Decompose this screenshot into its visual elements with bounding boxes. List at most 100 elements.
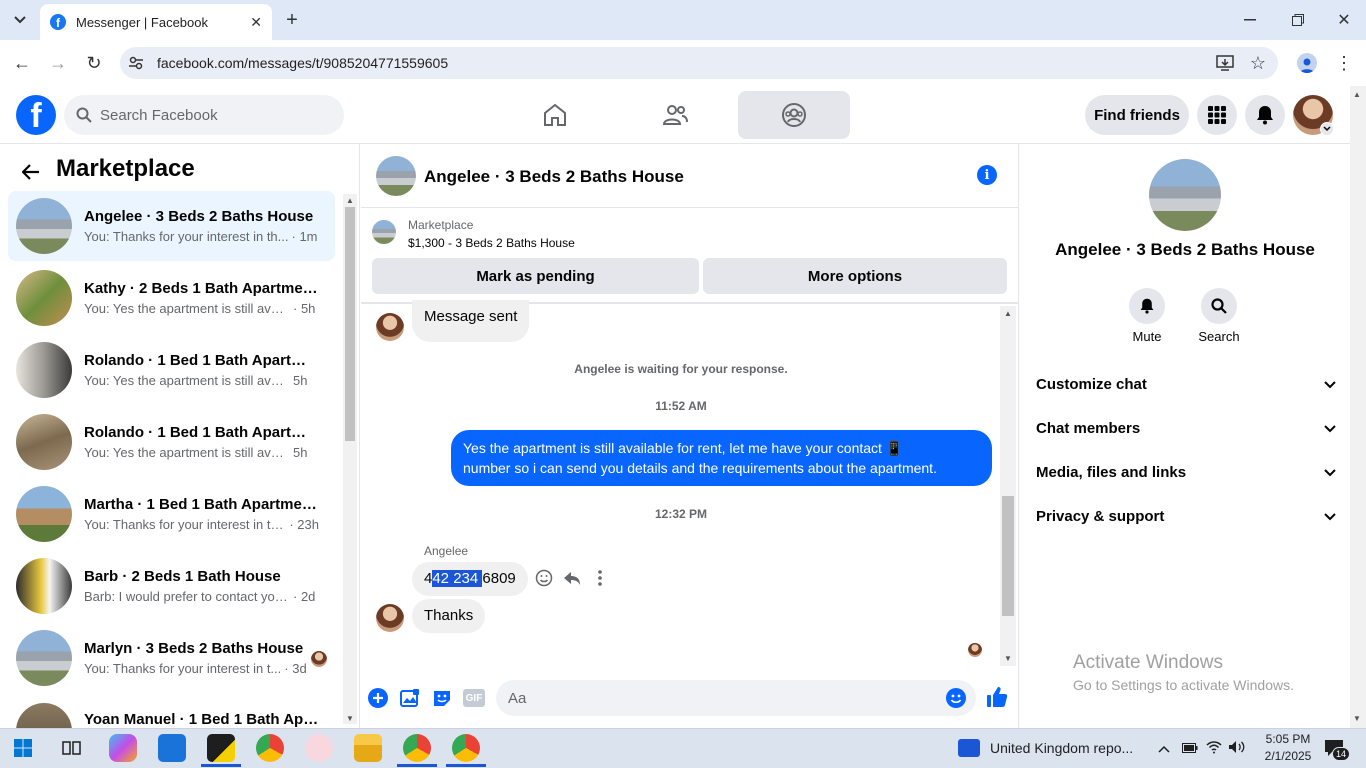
- scroll-up-icon[interactable]: ▲: [1353, 90, 1361, 99]
- task-view-icon[interactable]: [62, 739, 82, 762]
- conversation-item[interactable]: Rolando · 1 Bed 1 Bath Apartme... You: Y…: [8, 335, 335, 405]
- media-files-section[interactable]: Media, files and links: [1036, 464, 1336, 481]
- marketplace-title: Marketplace: [56, 155, 195, 182]
- find-friends-button[interactable]: Find friends: [1085, 95, 1189, 135]
- sticky-app-icon[interactable]: [207, 734, 235, 762]
- browser-menu-icon[interactable]: ⋮: [1334, 52, 1354, 74]
- chrome-profile-icon[interactable]: [452, 734, 480, 762]
- more-actions-icon[interactable]: [594, 569, 606, 592]
- listing-label: Marketplace: [408, 218, 474, 232]
- conversation-preview: You: Yes the apartment is still availa..…: [84, 373, 290, 388]
- info-icon[interactable]: i: [977, 165, 997, 185]
- profile-icon[interactable]: [1297, 53, 1317, 73]
- like-icon[interactable]: [986, 686, 1008, 713]
- conversation-time: · 1m: [291, 229, 318, 244]
- menu-grid-button[interactable]: [1197, 95, 1237, 135]
- reply-icon[interactable]: [563, 569, 581, 592]
- chat-members-section[interactable]: Chat members: [1036, 420, 1336, 437]
- news-widget-icon[interactable]: [958, 739, 980, 757]
- clock-date[interactable]: 2/1/2025: [1258, 749, 1318, 763]
- back-icon[interactable]: ←: [12, 52, 32, 74]
- tray-chevron-up-icon[interactable]: [1158, 740, 1170, 758]
- customize-chat-section[interactable]: Customize chat: [1036, 376, 1336, 393]
- scroll-down-icon[interactable]: ▼: [1353, 714, 1361, 723]
- new-tab-icon[interactable]: +: [282, 9, 302, 31]
- section-label: Privacy & support: [1036, 508, 1165, 525]
- conversation-item[interactable]: Martha · 1 Bed 1 Bath Apartmen... You: T…: [8, 479, 335, 549]
- account-chevron-icon[interactable]: [1320, 122, 1334, 136]
- chrome-profile-icon[interactable]: [403, 734, 431, 762]
- gif-icon[interactable]: GIF: [463, 689, 485, 707]
- message-bubble[interactable]: Thanks: [412, 599, 486, 633]
- store-icon[interactable]: [158, 734, 186, 762]
- clock-time[interactable]: 5:05 PM: [1258, 732, 1318, 746]
- sticker-icon[interactable]: [432, 688, 452, 713]
- windows-start-icon[interactable]: [14, 739, 32, 762]
- conversation-item[interactable]: Barb · 2 Beds 1 Bath House Barb: I would…: [8, 551, 335, 621]
- photo-icon[interactable]: [400, 688, 420, 713]
- message-bubble[interactable]: 442 234 6809: [412, 562, 528, 596]
- conversation-item[interactable]: Yoan Manuel · 1 Bed 1 Bath Apar...: [8, 695, 335, 728]
- volume-icon[interactable]: [1228, 740, 1246, 759]
- friends-nav[interactable]: [619, 91, 731, 139]
- active-app-indicator: [201, 764, 241, 767]
- scroll-up-icon[interactable]: ▲: [346, 196, 354, 205]
- battery-icon[interactable]: [1182, 741, 1198, 759]
- install-app-icon[interactable]: [1216, 54, 1234, 77]
- message-bubble[interactable]: Message sent: [412, 300, 530, 342]
- chevron-down-icon: [1324, 424, 1336, 432]
- details-avatar[interactable]: [1149, 159, 1221, 231]
- scroll-up-icon[interactable]: ▲: [1004, 309, 1012, 318]
- scroll-down-icon[interactable]: ▼: [346, 714, 354, 723]
- scroll-down-icon[interactable]: ▼: [1004, 654, 1012, 663]
- home-nav[interactable]: [499, 91, 611, 139]
- search-icon: [76, 107, 92, 123]
- groups-icon: [782, 103, 806, 127]
- back-arrow-icon[interactable]: [21, 160, 40, 186]
- snipping-tool-icon[interactable]: [305, 734, 333, 762]
- mute-button[interactable]: [1129, 288, 1165, 324]
- conversations-scroll-thumb[interactable]: [345, 207, 355, 441]
- address-bar[interactable]: facebook.com/messages/t/9085204771559605: [120, 47, 1278, 79]
- copilot-icon[interactable]: [109, 734, 137, 762]
- privacy-support-section[interactable]: Privacy & support: [1036, 508, 1336, 525]
- news-widget-text[interactable]: United Kingdom repo...: [990, 740, 1133, 756]
- react-icon[interactable]: [535, 569, 553, 592]
- conversation-item[interactable]: Angelee · 3 Beds 2 Baths House You: Than…: [8, 191, 335, 261]
- chat-scroll-thumb[interactable]: [1002, 496, 1014, 616]
- conversation-item[interactable]: Marlyn · 3 Beds 2 Baths House You: Thank…: [8, 623, 335, 693]
- site-settings-icon[interactable]: [128, 55, 144, 76]
- conversation-item[interactable]: Rolando · 1 Bed 1 Bath Apartme... You: Y…: [8, 407, 335, 477]
- groups-nav[interactable]: [738, 91, 850, 139]
- listing-price[interactable]: $1,300 - 3 Beds 2 Baths House: [408, 236, 575, 250]
- file-explorer-icon[interactable]: [354, 734, 382, 762]
- chat-avatar[interactable]: [376, 156, 416, 196]
- search-conversation-button[interactable]: [1201, 288, 1237, 324]
- browser-tab[interactable]: f Messenger | Facebook ✕: [40, 4, 272, 40]
- reload-icon[interactable]: ↻: [84, 52, 104, 74]
- chat-title[interactable]: Angelee · 3 Beds 2 Baths House: [424, 167, 684, 187]
- minimize-icon[interactable]: [1240, 10, 1260, 30]
- forward-icon[interactable]: →: [48, 52, 68, 74]
- bookmark-star-icon[interactable]: ☆: [1248, 52, 1268, 74]
- search-facebook-input[interactable]: Search Facebook: [64, 95, 344, 135]
- close-tab-icon[interactable]: ✕: [250, 14, 262, 31]
- emoji-icon[interactable]: [946, 688, 966, 713]
- conversation-item[interactable]: Kathy · 2 Beds 1 Bath Apartment... You: …: [8, 263, 335, 333]
- wifi-icon[interactable]: [1206, 740, 1222, 759]
- more-options-button[interactable]: More options: [703, 258, 1007, 294]
- notifications-button[interactable]: [1245, 95, 1285, 135]
- tab-search-chevron-icon[interactable]: [8, 10, 32, 30]
- outgoing-message-bubble[interactable]: Yes the apartment is still available for…: [451, 430, 992, 486]
- more-actions-plus-icon[interactable]: [368, 688, 388, 713]
- restore-icon[interactable]: [1288, 10, 1308, 30]
- page-scrollbar[interactable]: [1350, 86, 1366, 728]
- message-text: number so i can send you details and the…: [463, 460, 937, 476]
- chrome-icon[interactable]: [256, 734, 284, 762]
- tab-title: Messenger | Facebook: [76, 14, 208, 30]
- facebook-logo[interactable]: f: [16, 95, 56, 135]
- close-window-icon[interactable]: ✕: [1334, 10, 1354, 30]
- message-input[interactable]: Aa: [496, 680, 976, 716]
- mark-as-pending-button[interactable]: Mark as pending: [372, 258, 699, 294]
- activate-windows-subtitle: Go to Settings to activate Windows.: [1073, 677, 1294, 693]
